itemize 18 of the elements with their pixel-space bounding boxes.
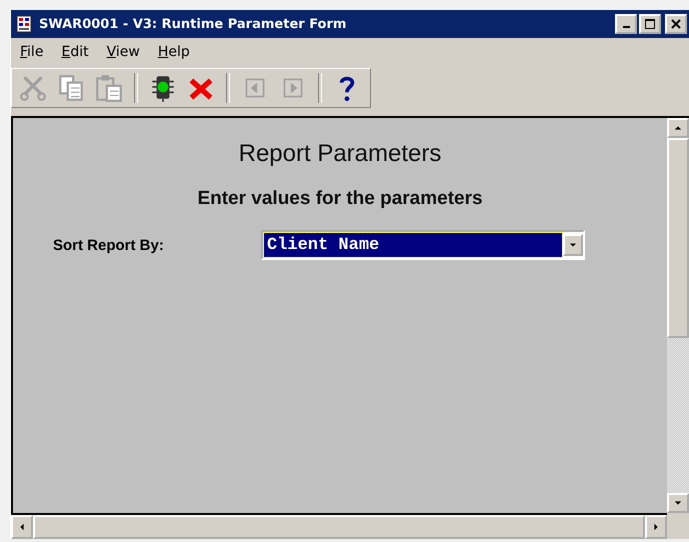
menu-item[interactable]: Help <box>158 44 190 60</box>
close-icon <box>671 19 681 29</box>
maximize-button[interactable] <box>639 14 661 34</box>
close-button[interactable] <box>665 14 687 34</box>
menu-item[interactable]: View <box>106 44 140 60</box>
form-title: Report Parameters <box>238 140 442 168</box>
window-title: SWAR0001 - V3: Runtime Parameter Form <box>39 16 348 32</box>
app-icon <box>15 15 33 33</box>
field-label: Sort Report By: <box>53 236 165 254</box>
minimize-icon <box>622 26 630 28</box>
menu-item[interactable]: Edit <box>61 44 89 60</box>
vertical-scrollbar[interactable] <box>667 118 689 513</box>
form-subtitle: Enter values for the parameters <box>197 188 483 210</box>
minimize-button[interactable] <box>615 14 637 34</box>
scroll-thumb[interactable] <box>667 138 689 338</box>
maximize-icon <box>645 19 655 29</box>
sort-dropdown[interactable]: Client Name <box>261 230 585 260</box>
menu-item[interactable]: File <box>20 44 44 60</box>
